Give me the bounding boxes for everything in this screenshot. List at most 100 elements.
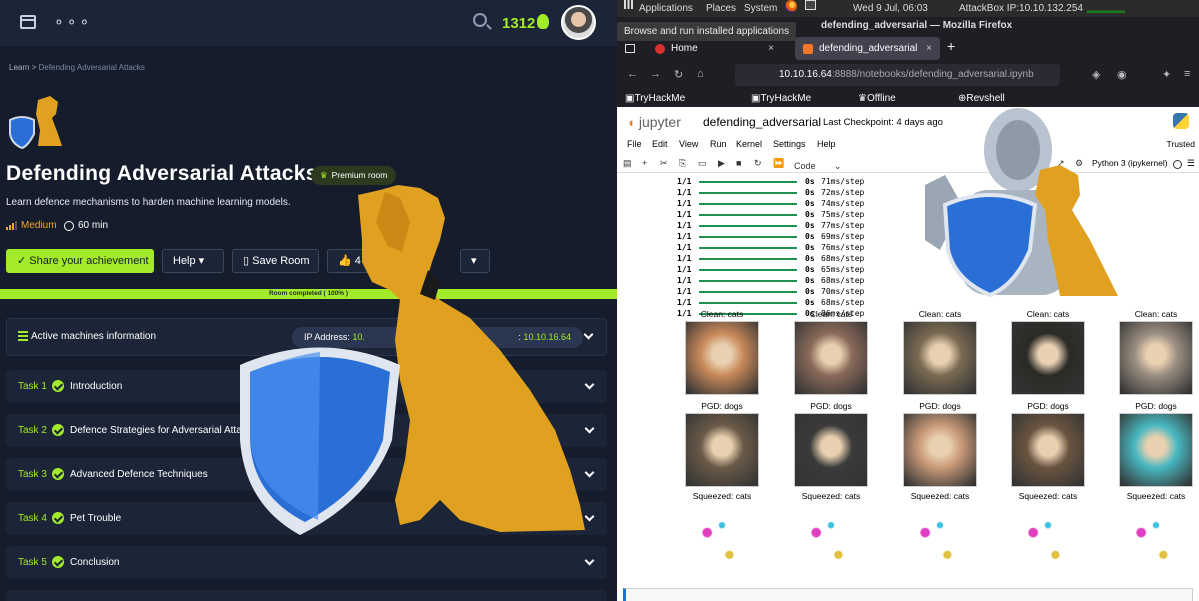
attackbox-panel: Applications Places System Wed 9 Jul, 06… — [617, 0, 1199, 601]
run-icon[interactable]: ▶ — [718, 158, 725, 169]
menu-settings[interactable]: Settings — [773, 139, 806, 149]
code-cell-input[interactable] — [623, 588, 1193, 601]
forward-icon[interactable]: → — [650, 68, 661, 80]
kernel-settings-icon[interactable]: ⚙ — [1075, 158, 1083, 169]
debugger-icon[interactable]: ☰ — [1187, 158, 1195, 169]
menu-applications[interactable]: Applications — [639, 0, 693, 17]
chevron-down-icon[interactable] — [584, 511, 595, 522]
pet-image — [685, 321, 759, 395]
share-achievement-button[interactable]: ✓ Share your achievement — [6, 249, 154, 273]
chevron-down-icon: ⌄ — [834, 161, 842, 171]
image-caption: PGD: dogs — [1027, 401, 1069, 411]
breadcrumb-learn[interactable]: Learn — [9, 63, 29, 72]
thumbs-up-icon: 👍 — [338, 255, 352, 267]
menu-view[interactable]: View — [679, 139, 698, 149]
pet-image — [903, 503, 977, 577]
options-dropdown-button[interactable]: ▾ — [460, 249, 490, 273]
more-dots-icon[interactable]: ⚬⚬⚬ — [53, 14, 91, 31]
task-name: Defence Strategies for Adversarial Attac… — [70, 425, 252, 436]
jupyter-logo[interactable]: ◖ jupyter — [627, 114, 681, 130]
image-cell: PGD: dogs — [902, 401, 978, 487]
external-link-icon[interactable]: ↗ — [1057, 158, 1065, 169]
stop-icon[interactable]: ■ — [736, 158, 741, 168]
account-icon[interactable]: ◉ — [1117, 68, 1127, 81]
batch-fraction: 1/1 — [677, 177, 692, 186]
like-button[interactable]: 👍 4 — [327, 249, 371, 273]
pet-image — [685, 503, 759, 577]
close-tab-icon[interactable]: × — [768, 37, 774, 60]
chevron-down-icon[interactable] — [583, 329, 594, 340]
extensions-icon[interactable]: ✦ — [1162, 68, 1171, 81]
back-icon[interactable]: ← — [627, 68, 638, 80]
help-button[interactable]: Help ▾ — [162, 249, 224, 273]
progress-bar — [699, 302, 797, 304]
url-bar[interactable]: 10.10.16.64:8888/notebooks/defending_adv… — [735, 64, 1060, 86]
active-machines-panel[interactable]: Active machines information IP Address: … — [6, 318, 607, 356]
bookmark-tryhackme[interactable]: ▣ TryHackMe | Learn Cy... — [625, 90, 685, 138]
close-tab-icon[interactable]: × — [926, 37, 932, 60]
restart-icon[interactable]: ↻ — [754, 158, 762, 169]
avatar[interactable] — [561, 5, 596, 40]
task-row[interactable]: Task 4 Pet Trouble — [6, 502, 607, 535]
paste-icon[interactable]: ▭ — [698, 158, 707, 169]
terminal-icon[interactable] — [805, 0, 816, 10]
menu-places[interactable]: Places — [706, 0, 736, 17]
elapsed-seconds: 0s — [805, 188, 815, 197]
pocket-icon[interactable]: ◈ — [1092, 68, 1100, 81]
search-icon[interactable] — [473, 13, 487, 27]
chevron-down-icon[interactable] — [584, 379, 595, 390]
copy-icon[interactable]: ⎘ — [679, 158, 686, 169]
chevron-down-icon[interactable] — [584, 467, 595, 478]
menu-kernel[interactable]: Kernel — [736, 139, 762, 149]
task-name: Pet Trouble — [70, 513, 122, 524]
cut-icon[interactable]: ✂ — [660, 158, 668, 169]
task-row[interactable]: Task 3 Advanced Defence Techniques — [6, 458, 607, 491]
bookmark-support[interactable]: ▣ TryHackMe Support — [751, 90, 811, 121]
room-progress-bar: Room completed ( 100% ) — [0, 289, 617, 299]
chevron-down-icon[interactable] — [584, 555, 595, 566]
tab-notebook[interactable]: defending_adversarial × — [795, 37, 940, 60]
image-cell: Squeezed: cats — [1118, 491, 1194, 577]
menu-icon[interactable]: ≡ — [1184, 68, 1190, 80]
image-caption: Squeezed: cats — [910, 491, 970, 501]
sidebar-toggle-icon[interactable] — [20, 15, 36, 29]
task-row[interactable] — [6, 590, 607, 601]
batch-fraction: 1/1 — [677, 210, 692, 219]
menu-system[interactable]: System — [744, 0, 777, 17]
save-icon[interactable]: ▤ — [623, 158, 632, 169]
new-tab-button[interactable]: + — [947, 38, 955, 54]
jupyter-menubar: File Edit View Run Kernel Settings Help … — [617, 137, 1199, 152]
bookmark-revshell[interactable]: ⊕ Revshell Generator — [958, 90, 1011, 121]
kernel-status-icon — [1173, 160, 1182, 169]
task-row[interactable]: Task 1 Introduction — [6, 370, 607, 403]
firefox-view-icon[interactable] — [625, 44, 635, 53]
lab-link[interactable]: rLab — [1025, 158, 1043, 168]
kernel-name[interactable]: Python 3 (ipykernel) — [1092, 158, 1168, 168]
save-room-button[interactable]: ▯ Save Room — [232, 249, 319, 273]
output-line: 1/1 0s 68ms/step — [677, 297, 877, 308]
layers-icon — [18, 331, 28, 341]
reload-icon[interactable]: ↻ — [674, 68, 683, 81]
menu-help[interactable]: Help — [817, 139, 836, 149]
chevron-down-icon[interactable] — [584, 423, 595, 434]
menu-run[interactable]: Run — [710, 139, 727, 149]
menu-file[interactable]: File — [627, 139, 642, 149]
network-graph-icon — [1087, 0, 1125, 13]
task-row[interactable]: Task 2 Defence Strategies for Adversaria… — [6, 414, 607, 447]
add-cell-icon[interactable]: + — [642, 158, 647, 168]
image-caption: Squeezed: cats — [1126, 491, 1186, 501]
step-time: 68ms/step — [821, 276, 865, 285]
task-name: Introduction — [70, 381, 123, 392]
task-row[interactable]: Task 5 Conclusion — [6, 546, 607, 579]
restart-run-icon[interactable]: ⏩ — [773, 158, 784, 169]
clock-icon — [64, 220, 74, 231]
window-title: defending_adversarial — Mozilla Firefox — [821, 20, 1013, 31]
home-icon[interactable]: ⌂ — [697, 68, 704, 80]
menu-edit[interactable]: Edit — [652, 139, 668, 149]
tab-home[interactable]: Home × — [647, 37, 782, 60]
notebook-name[interactable]: defending_adversarial — [703, 115, 821, 129]
firefox-icon[interactable] — [785, 0, 797, 12]
desktop-topbar: Applications Places System Wed 9 Jul, 06… — [617, 0, 1199, 17]
bookmark-cyberchef[interactable]: ♛ Offline CyberChef — [858, 90, 915, 121]
check-icon — [52, 468, 64, 480]
